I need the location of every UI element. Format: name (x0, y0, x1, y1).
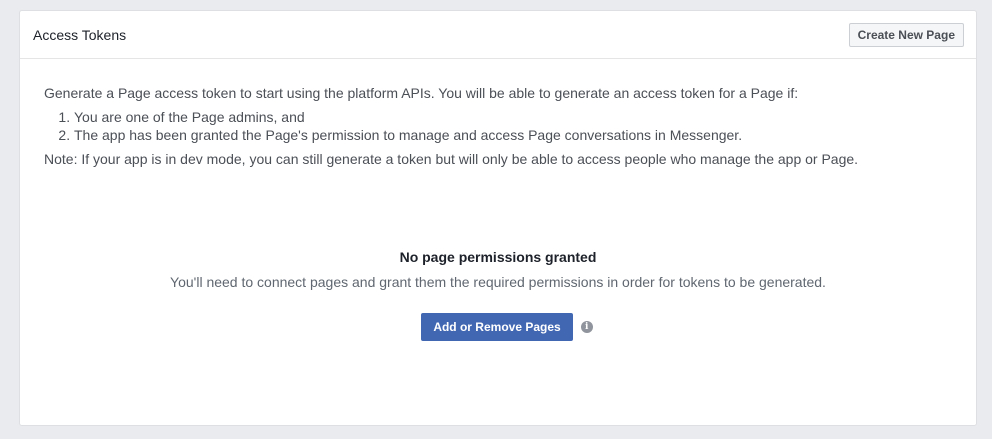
access-tokens-panel: Access Tokens Create New Page Generate a… (19, 10, 977, 426)
info-icon[interactable]: i (580, 321, 593, 333)
list-item: You are one of the Page admins, and (74, 108, 952, 126)
empty-state-title: No page permissions granted (399, 249, 597, 265)
empty-state-actions: Add or Remove Pages i (20, 313, 976, 341)
panel-header: Access Tokens Create New Page (20, 11, 976, 59)
list-item: The app has been granted the Page's perm… (74, 126, 952, 144)
panel-body: Generate a Page access token to start us… (20, 59, 976, 168)
dev-mode-note: Note: If your app is in dev mode, you ca… (44, 151, 859, 167)
create-new-page-button[interactable]: Create New Page (848, 22, 964, 47)
empty-state-description: You'll need to connect pages and grant t… (170, 274, 826, 290)
panel-title: Access Tokens (33, 26, 127, 43)
conditions-list: You are one of the Page admins, and The … (44, 108, 952, 144)
intro-text: Generate a Page access token to start us… (44, 85, 799, 101)
empty-state: No page permissions granted You'll need … (20, 247, 976, 341)
add-or-remove-pages-button[interactable]: Add or Remove Pages (421, 313, 573, 341)
